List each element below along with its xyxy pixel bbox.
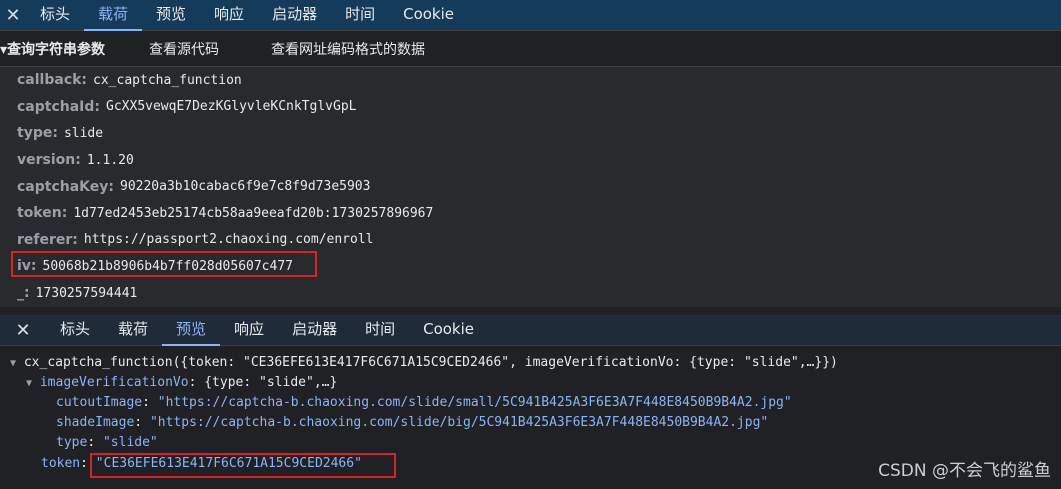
param-value: 1730257594441 xyxy=(35,285,138,301)
tree-root[interactable]: ▼ cx_captcha_function({token: "CE36EFE61… xyxy=(10,355,838,370)
param-key: _: xyxy=(17,285,30,302)
param-row: referer: https://passport2.chaoxing.com/e… xyxy=(0,227,1061,254)
tab-response[interactable]: 响应 xyxy=(220,315,278,346)
param-row: token: 1d77ed2453eb25174cb58aa9eeafd20b:1… xyxy=(0,200,1061,227)
param-key: callback: xyxy=(17,72,88,89)
token-highlight-box xyxy=(90,453,396,478)
tree-leaf-cutout-image: cutoutImage: "https://captcha-b.chaoxing… xyxy=(56,395,792,410)
param-value: 1.1.20 xyxy=(86,152,134,168)
tab-headers[interactable]: 标头 xyxy=(46,315,104,346)
top-tab-bar: ✕ 标头 载荷 预览 响应 启动器 时间 Cookie xyxy=(0,0,1061,31)
expand-triangle-icon[interactable]: ▼ xyxy=(10,358,16,369)
param-row: captchaId: GcXX5vewqE7DezKGlyvleKCnkTglvG… xyxy=(0,94,1061,121)
param-key: version: xyxy=(17,152,81,169)
tab-timing[interactable]: 时间 xyxy=(331,0,389,31)
bottom-tab-bar: ✕ 标头 载荷 预览 响应 启动器 时间 Cookie xyxy=(0,315,1061,346)
view-url-encoded-link[interactable]: 查看网址编码格式的数据 xyxy=(271,39,425,59)
tab-timing[interactable]: 时间 xyxy=(351,315,409,346)
close-icon[interactable]: ✕ xyxy=(0,320,46,341)
iv-highlight-box xyxy=(11,251,317,277)
param-row: callback: cx_captcha_function xyxy=(0,67,1061,94)
watermark: CSDN @不会飞的鲨鱼 xyxy=(878,461,1051,481)
param-row: version: 1.1.20 xyxy=(0,147,1061,174)
tab-preview[interactable]: 预览 xyxy=(142,0,200,31)
tab-preview[interactable]: 预览 xyxy=(162,315,221,346)
param-value: https://passport2.chaoxing.com/enroll xyxy=(83,232,374,248)
query-string-section-toggle[interactable]: ▾查询字符串参数 xyxy=(0,39,105,59)
param-value: 90220a3b10cabac6f9e7c8f9d73e5903 xyxy=(120,179,371,195)
param-key: captchaKey: xyxy=(17,178,114,195)
tab-cookie[interactable]: Cookie xyxy=(409,315,488,346)
param-key: token: xyxy=(17,205,68,222)
param-value: 1d77ed2453eb25174cb58aa9eeafd20b:1730257… xyxy=(73,205,434,221)
param-key: captchaId: xyxy=(17,98,101,115)
param-value: GcXX5vewqE7DezKGlyvleKCnkTglvGpL xyxy=(106,99,357,115)
close-icon[interactable]: ✕ xyxy=(0,5,26,26)
param-row: _: 1730257594441 xyxy=(0,280,1061,307)
tree-leaf-type: type: "slide" xyxy=(56,435,158,450)
payload-toolbar: ▾查询字符串参数 查看源代码 查看网址编码格式的数据 xyxy=(0,31,1061,67)
param-row: type: slide xyxy=(0,120,1061,147)
param-row: captchaKey: 90220a3b10cabac6f9e7c8f9d73e5… xyxy=(0,173,1061,200)
param-value: cx_captcha_function xyxy=(93,72,242,88)
tab-payload[interactable]: 载荷 xyxy=(84,0,143,31)
expand-triangle-icon[interactable]: ▼ xyxy=(26,378,32,389)
view-source-link[interactable]: 查看源代码 xyxy=(149,39,219,59)
tree-leaf-shade-image: shadeImage: "https://captcha-b.chaoxing.… xyxy=(56,415,769,430)
tab-headers[interactable]: 标头 xyxy=(26,0,84,31)
param-key: type: xyxy=(17,125,58,142)
tree-node-image-verification[interactable]: ▼ imageVerificationVo: {type: "slide",…} xyxy=(26,375,337,390)
param-key: referer: xyxy=(17,231,78,248)
tab-payload[interactable]: 载荷 xyxy=(104,315,162,346)
tab-initiator[interactable]: 启动器 xyxy=(258,0,331,31)
tab-cookie[interactable]: Cookie xyxy=(389,0,468,31)
param-value: slide xyxy=(63,125,104,141)
tab-initiator[interactable]: 启动器 xyxy=(278,315,351,346)
tab-response[interactable]: 响应 xyxy=(200,0,258,31)
